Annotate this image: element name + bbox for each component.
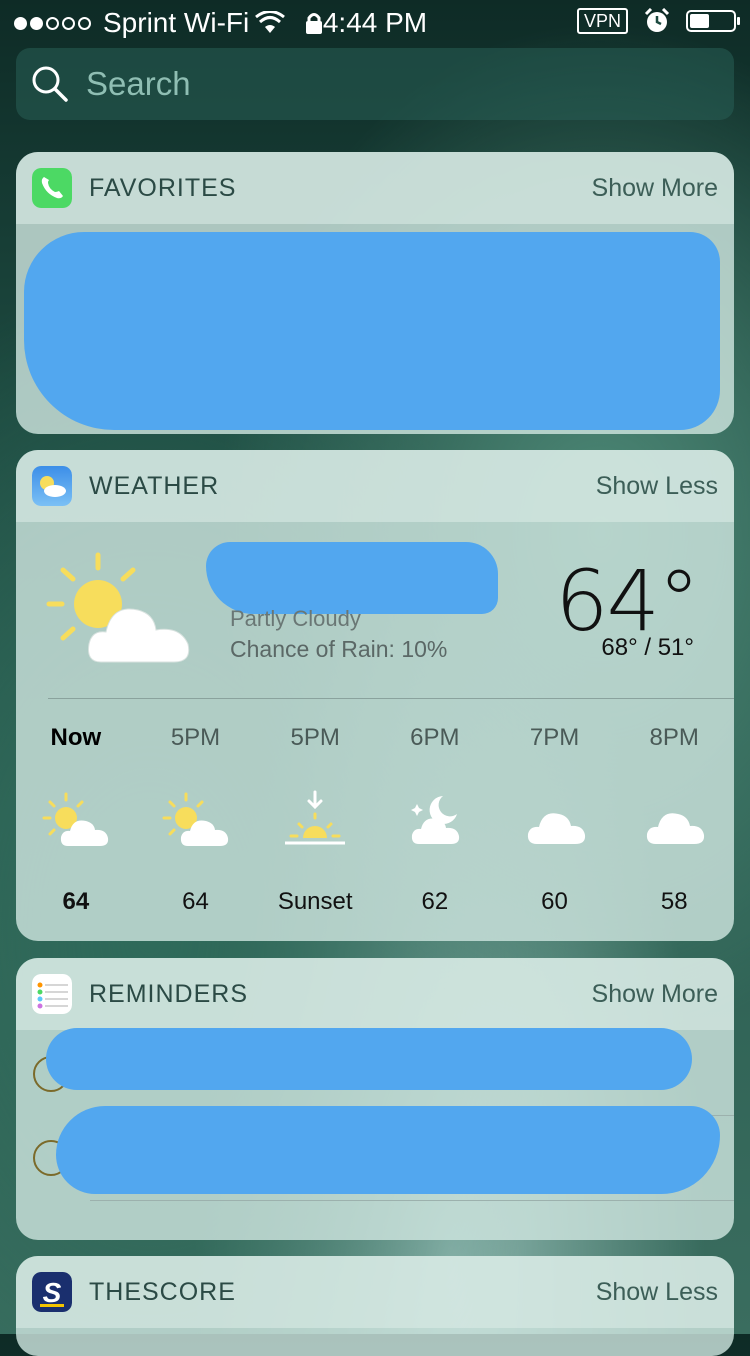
wifi-icon bbox=[255, 11, 286, 33]
vpn-badge: VPN bbox=[576, 8, 628, 34]
search-bar[interactable] bbox=[16, 48, 734, 120]
search-icon bbox=[32, 66, 68, 102]
high-low-temperature: 68° / 51° bbox=[601, 634, 694, 661]
cloud-icon bbox=[614, 788, 734, 854]
weather-header: WEATHER Show Less bbox=[16, 450, 734, 522]
reminders-header: REMINDERS Show More bbox=[16, 958, 734, 1030]
hour-value: 60 bbox=[541, 888, 568, 915]
reminders-widget: REMINDERS Show More bbox=[16, 958, 734, 1240]
widget-title: REMINDERS bbox=[89, 980, 249, 1008]
redacted-location bbox=[206, 542, 498, 614]
partly-cloudy-icon bbox=[46, 552, 190, 663]
thescore-header: S THESCORE Show Less bbox=[16, 1256, 734, 1328]
alarm-icon bbox=[644, 8, 670, 32]
weather-widget: WEATHER Show Less Partly Cloudy Chance o… bbox=[16, 450, 734, 941]
hour-label: 8PM bbox=[649, 724, 699, 751]
carrier-name: Sprint Wi-Fi bbox=[103, 7, 250, 38]
show-more-button[interactable]: Show More bbox=[592, 174, 718, 203]
hourly-values: 64 64 Sunset 62 60 58 bbox=[16, 888, 734, 916]
show-more-button[interactable]: Show More bbox=[592, 980, 718, 1009]
widget-title: FAVORITES bbox=[89, 174, 237, 202]
sunset-icon bbox=[255, 788, 375, 854]
favorites-widget: FAVORITES Show More bbox=[16, 152, 734, 434]
partly-cloudy-night-icon bbox=[375, 788, 495, 854]
cloud-icon bbox=[495, 788, 615, 854]
hour-value: 64 bbox=[62, 888, 90, 915]
hour-label: 7PM bbox=[529, 724, 580, 751]
show-less-button[interactable]: Show Less bbox=[596, 472, 718, 501]
hour-label: Now bbox=[50, 724, 102, 751]
hour-value: 62 bbox=[421, 888, 449, 915]
hour-label: 5PM bbox=[170, 724, 221, 751]
battery-icon bbox=[686, 10, 740, 32]
status-bar: Sprint Wi-Fi 4:44 PM VPN bbox=[0, 0, 750, 48]
widget-title: WEATHER bbox=[89, 472, 220, 500]
divider bbox=[48, 698, 734, 699]
widget-title: THESCORE bbox=[89, 1278, 236, 1306]
favorites-header: FAVORITES Show More bbox=[16, 152, 734, 224]
divider bbox=[90, 1200, 734, 1201]
partly-cloudy-icon bbox=[16, 788, 136, 854]
hour-label: 5PM bbox=[290, 724, 340, 751]
partly-cloudy-icon bbox=[136, 788, 256, 854]
hour-value: 64 bbox=[182, 888, 209, 915]
hourly-labels: Now 5PM 5PM 6PM 7PM 8PM bbox=[16, 724, 734, 752]
reminders-app-icon bbox=[32, 974, 72, 1014]
hour-label: 6PM bbox=[410, 724, 460, 751]
hour-value: Sunset bbox=[277, 888, 353, 915]
svg-text:S: S bbox=[43, 1277, 62, 1308]
thescore-app-icon: S bbox=[32, 1272, 72, 1312]
signal-strength-icon bbox=[14, 16, 91, 30]
search-input[interactable] bbox=[84, 64, 648, 104]
redacted-content bbox=[24, 232, 720, 430]
hourly-icons bbox=[16, 788, 734, 854]
weather-body: Partly Cloudy Chance of Rain: 10% 64° 68… bbox=[16, 522, 734, 941]
redacted-content bbox=[46, 1028, 692, 1090]
redacted-content bbox=[56, 1106, 720, 1194]
show-less-button[interactable]: Show Less bbox=[596, 1278, 718, 1307]
rain-chance: Chance of Rain: 10% bbox=[230, 636, 448, 662]
hour-value: 58 bbox=[660, 888, 688, 915]
weather-condition: Partly Cloudy bbox=[230, 606, 361, 631]
weather-app-icon bbox=[32, 466, 72, 506]
thescore-widget: S THESCORE Show Less bbox=[16, 1256, 734, 1356]
lock-icon bbox=[306, 13, 323, 34]
phone-app-icon bbox=[32, 168, 72, 208]
